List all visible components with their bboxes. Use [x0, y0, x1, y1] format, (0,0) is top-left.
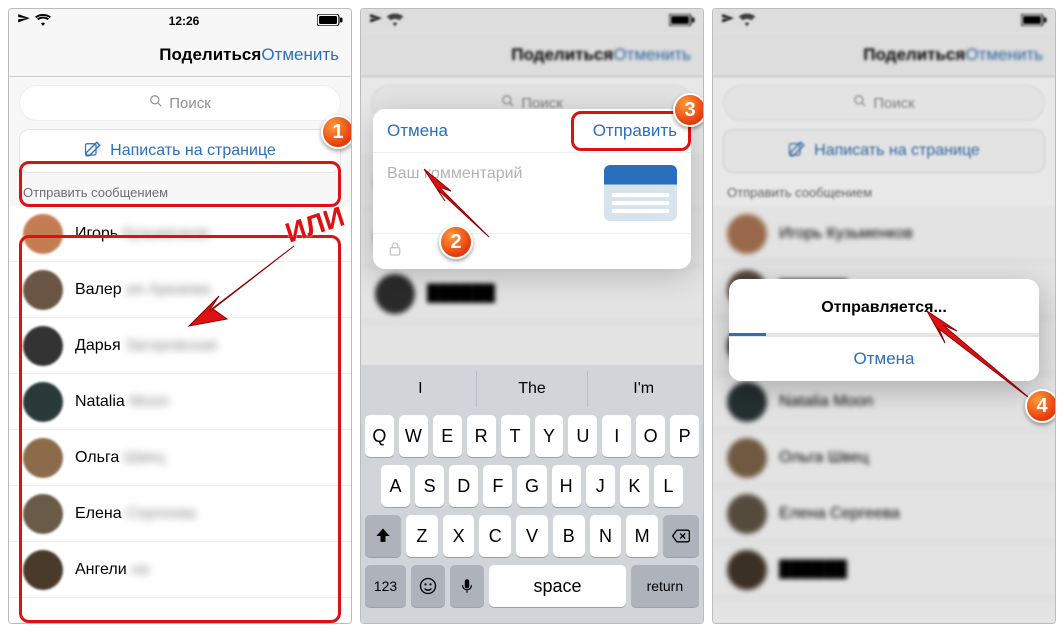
panel-compose: Поделиться Отменить Поиск Отправить сооб…: [360, 8, 704, 624]
attachment-thumbnail[interactable]: [604, 165, 677, 221]
shift-key[interactable]: [365, 515, 401, 557]
key-z[interactable]: Z: [406, 515, 438, 557]
key-o[interactable]: O: [636, 415, 665, 457]
keyboard-row: ZXCVBNM: [365, 515, 699, 557]
mic-key[interactable]: [450, 565, 484, 607]
key-r[interactable]: R: [467, 415, 496, 457]
key-n[interactable]: N: [590, 515, 622, 557]
key-i[interactable]: I: [602, 415, 631, 457]
key-f[interactable]: F: [483, 465, 512, 507]
panel-sending: Поделиться Отменить Поиск Написать на ст…: [712, 8, 1056, 624]
key-e[interactable]: E: [433, 415, 462, 457]
navbar-title: Поделиться: [159, 45, 261, 65]
search-field[interactable]: Поиск: [19, 85, 341, 121]
backspace-key[interactable]: [663, 515, 699, 557]
key-p[interactable]: P: [670, 415, 699, 457]
key-w[interactable]: W: [399, 415, 428, 457]
key-u[interactable]: U: [568, 415, 597, 457]
status-time: 12:26: [169, 14, 200, 28]
annotation-step-2: 2: [439, 225, 473, 259]
key-t[interactable]: T: [501, 415, 530, 457]
key-l[interactable]: L: [654, 465, 683, 507]
annotation-box-send: [571, 111, 691, 151]
key-c[interactable]: C: [479, 515, 511, 557]
key-v[interactable]: V: [516, 515, 548, 557]
airplane-icon: [17, 13, 31, 30]
key-x[interactable]: X: [443, 515, 475, 557]
key-b[interactable]: B: [553, 515, 585, 557]
battery-icon: [317, 14, 343, 29]
key-j[interactable]: J: [586, 465, 615, 507]
annotation-step-1: 1: [321, 115, 352, 149]
key-d[interactable]: D: [449, 465, 478, 507]
compose-icon: [84, 140, 102, 163]
annotation-step-4: 4: [1025, 389, 1056, 423]
numbers-key[interactable]: 123: [365, 565, 406, 607]
annotation-box-write: [19, 161, 341, 207]
panel-share-list: 12:26 Поделиться Отменить Поиск Написать…: [8, 8, 352, 624]
keyboard-row: QWERTYUIOP: [365, 415, 699, 457]
suggestion[interactable]: I: [365, 371, 476, 407]
key-g[interactable]: G: [517, 465, 546, 507]
key-m[interactable]: M: [626, 515, 658, 557]
suggestion[interactable]: The: [476, 371, 588, 407]
key-q[interactable]: Q: [365, 415, 394, 457]
cancel-button[interactable]: Отменить: [261, 45, 339, 65]
wifi-icon: [35, 14, 51, 29]
keyboard[interactable]: I The I'm QWERTYUIOP ASDFGHJKL ZXCVBNM 1…: [361, 365, 703, 623]
keyboard-suggestions[interactable]: I The I'm: [365, 371, 699, 407]
search-placeholder: Поиск: [169, 95, 211, 112]
key-h[interactable]: H: [552, 465, 581, 507]
return-key[interactable]: return: [631, 565, 699, 607]
lock-icon[interactable]: [387, 241, 403, 262]
keyboard-row: 123 space return: [365, 565, 699, 607]
annotation-step-3: 3: [673, 93, 704, 127]
key-k[interactable]: K: [620, 465, 649, 507]
navbar: Поделиться Отменить: [9, 33, 351, 77]
key-s[interactable]: S: [415, 465, 444, 507]
space-key[interactable]: space: [489, 565, 626, 607]
annotation-arrow-1: [189, 241, 299, 336]
status-bar: 12:26: [9, 9, 351, 33]
emoji-key[interactable]: [411, 565, 445, 607]
compose-cancel-button[interactable]: Отмена: [387, 121, 448, 141]
suggestion[interactable]: I'm: [587, 371, 699, 407]
search-icon: [149, 94, 163, 112]
write-on-wall-label: Написать на странице: [110, 142, 276, 160]
key-a[interactable]: A: [381, 465, 410, 507]
keyboard-row: ASDFGHJKL: [365, 465, 699, 507]
key-y[interactable]: Y: [535, 415, 564, 457]
